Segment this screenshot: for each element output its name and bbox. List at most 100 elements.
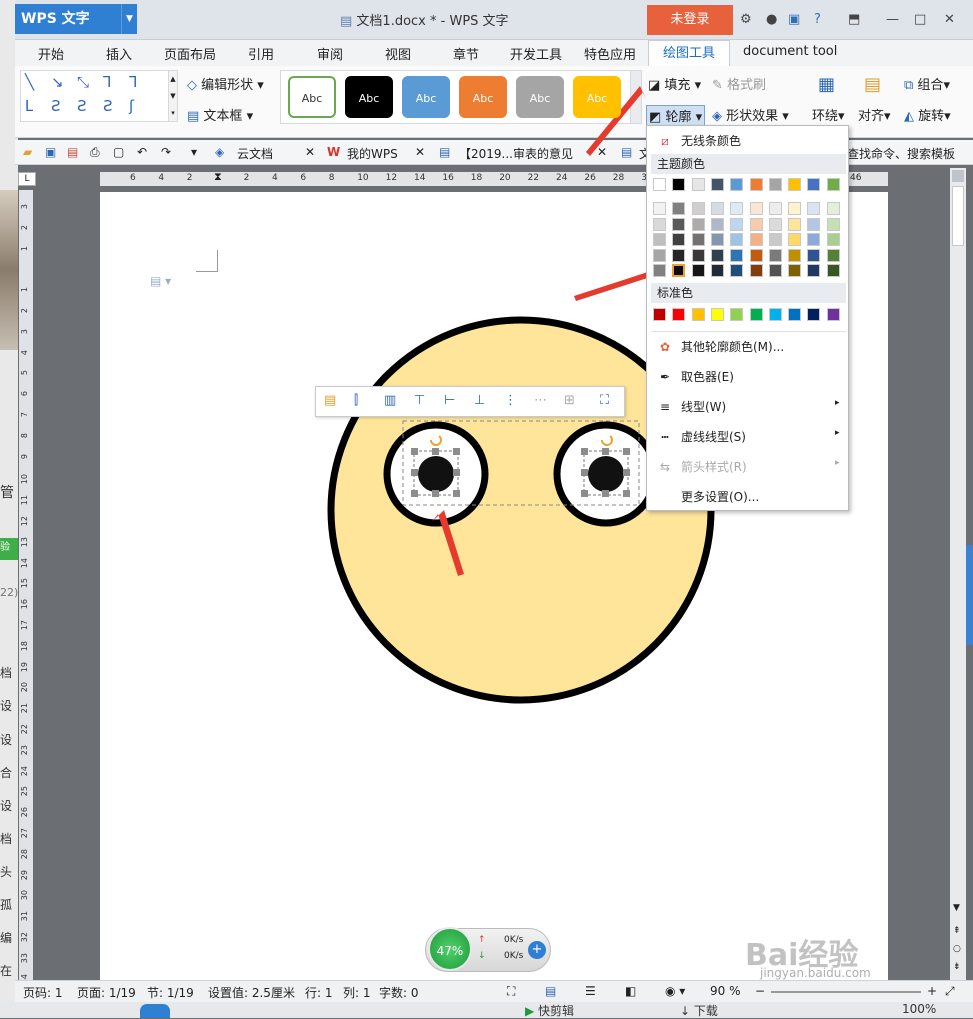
double-arrow-shape-icon[interactable]: ⤡ [77,73,89,91]
zoom-slider[interactable] [771,991,921,993]
right-pupil[interactable] [588,456,624,492]
theme-shade-swatch[interactable] [730,217,744,231]
theme-shade-swatch[interactable] [710,248,724,262]
shape-style-1[interactable]: Abc [288,76,336,118]
theme-color-swatch[interactable] [788,178,802,191]
tab-insert[interactable]: 插入 [106,44,132,63]
align-center-icon[interactable]: ⫿ [354,393,358,408]
arrow-style-item[interactable]: ⇆ 箭头样式(R) ▸ [655,458,845,475]
theme-shade-swatch[interactable] [826,217,840,231]
wrap-button[interactable]: 环绕▾ [812,105,845,124]
zoom-fit-icon[interactable]: ⤢ [945,984,955,999]
doc-tab-mywps[interactable]: 我的WPS [347,145,398,162]
fill-button[interactable]: ◪ 填充 ▾ [648,74,701,93]
theme-shade-swatch[interactable] [653,248,666,262]
shape-gallery-scroll[interactable]: ▲ ▼ ▾ [168,70,178,122]
export-pdf-icon[interactable]: ▤ [67,145,78,159]
horizontal-ruler[interactable]: 64224681012141618202224262830⧗ [100,170,653,186]
theme-shade-swatch[interactable] [807,217,821,231]
shape-style-3[interactable]: Abc [402,76,450,118]
theme-shade-swatch[interactable] [788,248,802,262]
theme-shade-swatch[interactable] [710,202,724,215]
zoom-out-icon[interactable]: − [755,984,765,998]
theme-shade-swatch[interactable] [653,264,666,278]
theme-shade-swatch[interactable] [807,248,821,262]
no-line-color-item[interactable]: ⧄ 无线条颜色 [655,132,845,149]
edit-shape-button[interactable]: ◇ 编辑形状 ▾ [187,74,264,93]
theme-shade-swatch[interactable] [826,233,840,247]
network-speed-widget[interactable]: 47% ↑ 0K/s ↓ 0K/s + [425,927,551,972]
elbow-double-arrow-icon[interactable]: Լ [25,97,33,115]
theme-shade-swatch[interactable] [807,264,821,278]
elbow-connector-icon[interactable]: ⅂ [103,73,111,91]
outline-button[interactable]: ◩ 轮廓 ▾ [646,105,706,126]
shape-style-6[interactable]: Abc [573,76,621,118]
theme-shade-swatch[interactable] [807,233,821,247]
theme-shade-swatch[interactable] [672,264,686,278]
scroll-down-icon[interactable]: ▼ [953,903,960,913]
theme-shade-swatch[interactable] [691,217,705,231]
theme-shade-swatch[interactable] [691,264,705,278]
eyedropper-item[interactable]: ✒ 取色器(E) [655,368,845,385]
style-gallery-scroll[interactable] [630,70,642,124]
theme-shade-swatch[interactable] [672,233,686,247]
standard-color-swatch[interactable] [653,308,666,321]
tab-view[interactable]: 视图 [385,44,411,63]
reading-view-icon[interactable]: ◧ [625,984,636,998]
align-top-icon[interactable]: ⊤ [414,393,425,408]
theme-shade-swatch[interactable] [730,233,744,247]
theme-shade-swatch[interactable] [653,233,666,247]
eye-protect-icon[interactable]: ◉ ▾ [665,984,685,998]
print-icon[interactable]: ⎙ [90,145,100,160]
close-tab-icon[interactable]: ✕ [597,145,607,159]
text-box-button[interactable]: ▤ 文本框 ▾ [187,105,253,124]
feedback-icon[interactable]: ● [766,12,777,27]
theme-shade-swatch[interactable] [730,202,744,215]
restore-ribbon-icon[interactable]: ⬒ [848,12,860,27]
more-settings-item[interactable]: 更多设置(O)... [655,488,845,505]
more-outline-colors-item[interactable]: ✿ 其他轮廓颜色(M)... [655,338,845,355]
theme-color-swatch[interactable] [653,178,666,191]
tab-document-tool[interactable]: document tool [743,44,837,59]
distribute-horizontal-icon[interactable]: ⋮ [504,393,517,408]
select-all-icon[interactable]: ⛶ [600,393,609,408]
scroll-thumb[interactable] [952,186,964,246]
select-browse-icon[interactable]: ○ [953,944,961,954]
theme-shade-swatch[interactable] [691,248,705,262]
standard-color-swatch[interactable] [768,308,782,321]
zoom-in-icon[interactable]: + [927,984,937,998]
theme-color-swatch[interactable] [730,178,744,191]
tab-developer[interactable]: 开发工具 [510,44,562,63]
shape-style-5[interactable]: Abc [516,76,564,118]
curve-arrow-icon[interactable]: Ƨ [77,97,87,115]
vertical-scrollbar[interactable]: ▼ ⇞ ○ ⇟ [950,168,966,980]
save-icon[interactable]: ▣ [45,145,56,159]
theme-shade-swatch[interactable] [826,264,840,278]
close-icon[interactable]: ✕ [944,12,955,27]
theme-shade-swatch[interactable] [768,248,782,262]
theme-shade-swatch[interactable] [691,202,705,215]
tab-references[interactable]: 引用 [248,44,274,63]
freeform-icon[interactable]: ʃ [129,97,134,115]
standard-color-swatch[interactable] [807,308,821,321]
help-icon[interactable]: ? [814,12,821,27]
command-search[interactable]: 查找命令、搜索模板 [847,145,955,162]
theme-color-swatch[interactable] [807,178,821,191]
vertical-ruler[interactable]: 3 2 1 1 2 3 4 5 6 7 8 9 10 11 12 13 14 15 16 17 18 19 20 21 22 23… [19,190,33,984]
curve-double-arrow-icon[interactable]: Ƨ [103,97,113,115]
dash-type-item[interactable]: ┅ 虚线线型(S) ▸ [655,428,845,445]
indent-marker-icon[interactable]: ⧗ [214,170,222,184]
doc-tab-cloud[interactable]: 云文档 [237,145,273,162]
quick-access-dropdown-icon[interactable]: ▾ [191,145,197,159]
outline-view-icon[interactable]: ☰ [585,984,596,998]
login-button[interactable]: 未登录 [647,5,733,35]
search-icon[interactable] [140,1004,170,1018]
standard-color-swatch[interactable] [730,308,744,321]
theme-color-swatch[interactable] [768,178,782,191]
skin-icon[interactable]: ⚙ [740,12,752,27]
theme-shade-swatch[interactable] [788,202,802,215]
group-button[interactable]: ⧉ 组合▾ [904,74,950,93]
theme-shade-swatch[interactable] [749,248,763,262]
theme-shade-swatch[interactable] [826,248,840,262]
theme-shade-swatch[interactable] [768,217,782,231]
